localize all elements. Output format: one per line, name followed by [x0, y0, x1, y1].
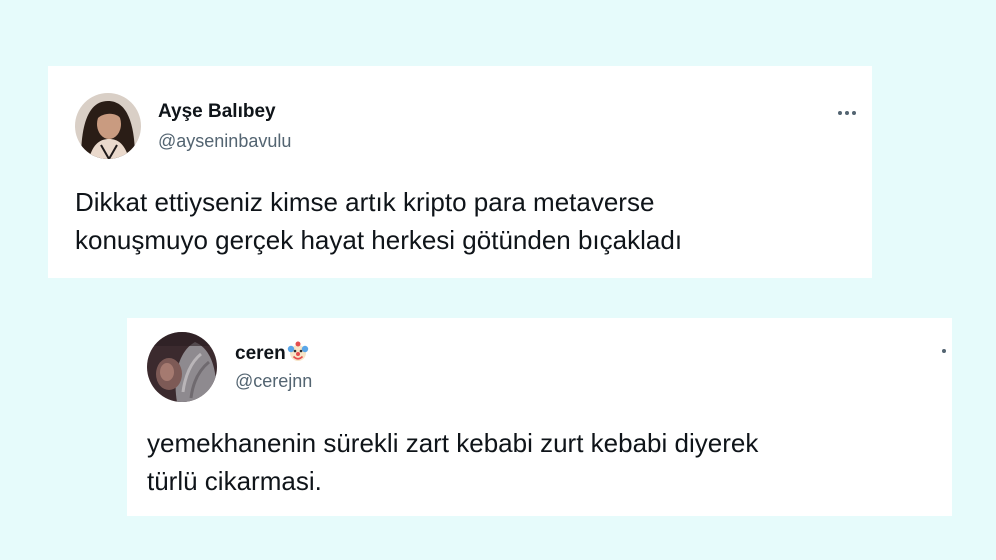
tweet-text-line: yemekhanenin sürekli zart kebabi zurt ke… [147, 428, 759, 458]
display-name[interactable]: Ayşe Balıbey [158, 101, 276, 123]
user-handle[interactable]: @cerejnn [235, 370, 312, 392]
more-options-icon[interactable] [942, 347, 946, 355]
tweet-text-line: konuşmuyo gerçek hayat herkesi götünden … [75, 225, 683, 255]
profile-photo [75, 93, 141, 159]
display-name-text: ceren [235, 343, 286, 364]
tweet-text: yemekhanenin sürekli zart kebabi zurt ke… [147, 424, 927, 500]
avatar[interactable] [147, 332, 217, 402]
tweet-card: ceren @cerejnn yemekhanenin sürekli zart… [127, 318, 952, 516]
more-options-icon[interactable] [838, 109, 856, 117]
tweet-text-line: türlü cikarmasi. [147, 466, 322, 496]
avatar[interactable] [75, 93, 141, 159]
profile-photo [147, 332, 217, 402]
clown-face-emoji [287, 341, 309, 363]
display-name[interactable]: ceren [235, 341, 309, 365]
tweet-text: Dikkat ettiyseniz kimse artık kripto par… [75, 183, 855, 259]
user-handle[interactable]: @ayseninbavulu [158, 130, 291, 152]
tweet-card: Ayşe Balıbey @ayseninbavulu Dikkat ettiy… [48, 66, 872, 278]
tweet-text-line: Dikkat ettiyseniz kimse artık kripto par… [75, 187, 655, 217]
